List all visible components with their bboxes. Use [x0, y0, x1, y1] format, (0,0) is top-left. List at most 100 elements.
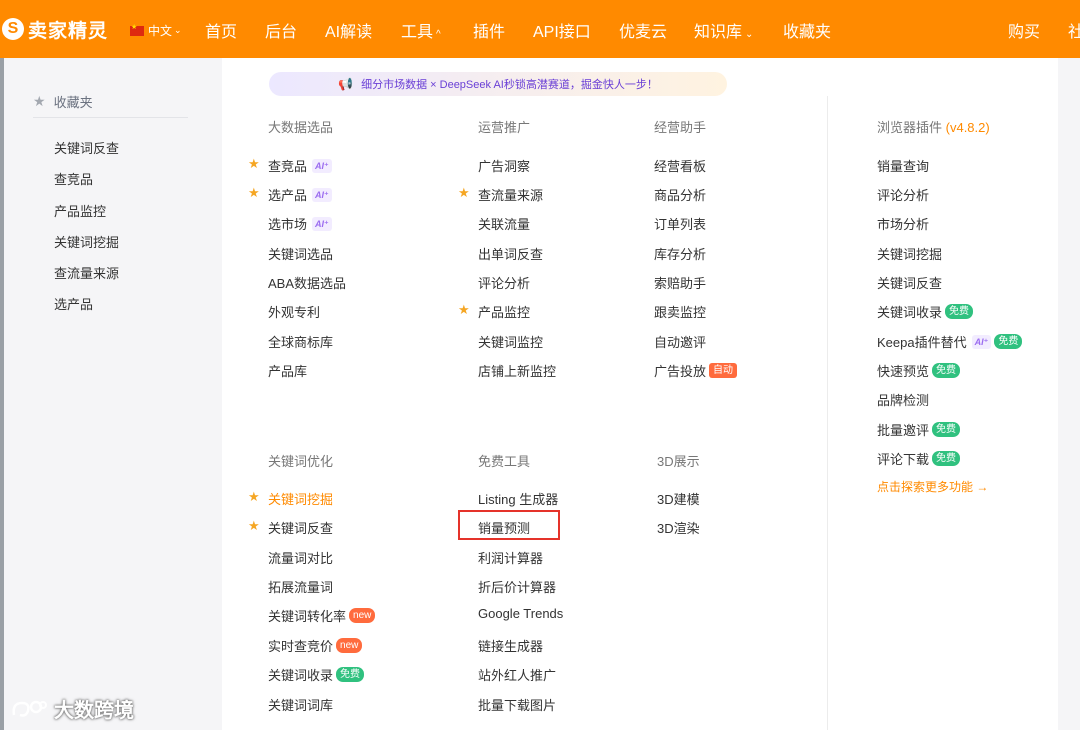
menu-item-traffic-compare[interactable]: 流量词对比: [268, 548, 333, 567]
menu-item-auto-review[interactable]: 自动邀评: [654, 332, 706, 351]
menu-item-ad-placement[interactable]: 广告投放 自动: [654, 361, 738, 380]
sidebar-item-product-monitor[interactable]: 产品监控: [54, 201, 106, 220]
sidebar-item-keyword-reverse[interactable]: 关键词反查: [54, 138, 119, 157]
menu-item-ad-insight[interactable]: 广告洞察: [478, 156, 530, 175]
favorite-star-icon[interactable]: ★: [248, 489, 260, 505]
plugin-item-sales-query[interactable]: 销量查询: [877, 156, 929, 175]
menu-item-listing-generator[interactable]: Listing 生成器: [478, 489, 558, 508]
menu-item-influencer[interactable]: 站外红人推广: [478, 665, 556, 684]
favorite-star-icon[interactable]: ★: [458, 185, 470, 201]
new-badge: new: [336, 638, 363, 653]
menu-item-product-library[interactable]: 产品库: [268, 361, 307, 380]
star-icon: ★: [33, 93, 46, 109]
nav-plugin[interactable]: 插件: [473, 18, 505, 42]
menu-item-discount-calculator[interactable]: 折后价计算器: [478, 577, 556, 596]
nav-knowledge[interactable]: 知识库 ⌄: [694, 18, 753, 42]
plugin-item-review-download[interactable]: 评论下载 免费: [877, 449, 961, 468]
nav-buy[interactable]: 购买: [1008, 18, 1040, 42]
china-flag-icon: [130, 23, 144, 36]
nav-tools[interactable]: 工具 ^: [401, 18, 441, 42]
plugin-item-brand-check[interactable]: 品牌检测: [877, 390, 929, 409]
section-title-plugin: 浏览器插件 (v4.8.2): [877, 120, 990, 135]
explore-more-link[interactable]: 点击探索更多功能 →: [877, 478, 988, 495]
sidebar-item-competitor[interactable]: 查竞品: [54, 169, 93, 188]
highlight-box: [458, 510, 560, 540]
language-selector[interactable]: 中文 ⌄: [130, 22, 182, 39]
favorite-star-icon[interactable]: ★: [248, 518, 260, 534]
menu-item-claims[interactable]: 索赔助手: [654, 273, 706, 292]
plugin-item-bulk-review[interactable]: 批量邀评 免费: [877, 420, 961, 439]
menu-item-design-patent[interactable]: 外观专利: [268, 302, 320, 321]
nav-api[interactable]: API接口: [533, 18, 591, 42]
sidebar-item-keyword-mining[interactable]: 关键词挖掘: [54, 232, 119, 251]
free-badge: 免费: [932, 451, 961, 466]
menu-item-trademark[interactable]: 全球商标库: [268, 332, 333, 351]
nav-community[interactable]: 社: [1068, 18, 1080, 42]
plugin-item-keyword-mining[interactable]: 关键词挖掘: [877, 244, 942, 263]
favorite-star-icon[interactable]: ★: [248, 156, 260, 172]
column-divider: [827, 96, 828, 730]
menu-item-keyword-indexing[interactable]: 关键词收录 免费: [268, 665, 365, 684]
scrollbar[interactable]: [0, 58, 4, 730]
menu-item-aba-product[interactable]: ABA数据选品: [268, 273, 346, 292]
plugin-item-keyword-reverse[interactable]: 关键词反查: [877, 273, 942, 292]
nav-ai-insight[interactable]: AI解读: [325, 18, 372, 42]
promo-banner[interactable]: 📢 细分市场数据 × DeepSeek AI秒锁高潜赛道，掘金快人一步！: [269, 72, 727, 96]
section-title-keyword: 关键词优化: [268, 454, 334, 469]
favorite-star-icon[interactable]: ★: [458, 302, 470, 318]
menu-item-market-select[interactable]: 选市场 AI⁺: [268, 214, 332, 233]
menu-item-inventory[interactable]: 库存分析: [654, 244, 706, 263]
menu-item-keyword-monitor[interactable]: 关键词监控: [478, 332, 543, 351]
section-title-3d: 3D展示: [657, 454, 700, 469]
section-title-operations: 运营推广: [478, 120, 531, 135]
menu-item-link-generator[interactable]: 链接生成器: [478, 636, 543, 655]
menu-item-profit-calculator[interactable]: 利润计算器: [478, 548, 543, 567]
menu-item-product-monitor[interactable]: 产品监控: [478, 302, 530, 321]
menu-item-3d-modeling[interactable]: 3D建模: [657, 489, 700, 508]
menu-item-hijack-monitor[interactable]: 跟卖监控: [654, 302, 706, 321]
nav-home[interactable]: 首页: [205, 18, 237, 42]
menu-item-live-bid[interactable]: 实时查竞价 new: [268, 636, 363, 655]
menu-item-bulk-image-download[interactable]: 批量下载图片: [478, 695, 556, 714]
menu-item-store-new-monitor[interactable]: 店铺上新监控: [478, 361, 556, 380]
menu-item-related-traffic[interactable]: 关联流量: [478, 214, 530, 233]
sidebar-item-product-select[interactable]: 选产品: [54, 294, 93, 313]
favorites-header: ★ 收藏夹: [33, 92, 93, 111]
nav-favorites[interactable]: 收藏夹: [783, 18, 831, 42]
nav-console[interactable]: 后台: [265, 18, 297, 42]
menu-item-3d-render[interactable]: 3D渲染: [657, 518, 700, 537]
menu-item-review-analysis[interactable]: 评论分析: [478, 273, 530, 292]
menu-item-product-analysis[interactable]: 商品分析: [654, 185, 706, 204]
ai-badge: AI⁺: [312, 216, 332, 231]
logo[interactable]: S 卖家精灵: [0, 14, 108, 44]
favorite-star-icon[interactable]: ★: [248, 185, 260, 201]
menu-item-keyword-library[interactable]: 关键词词库: [268, 695, 333, 714]
menu-item-expand-traffic[interactable]: 拓展流量词: [268, 577, 333, 596]
logo-text: 卖家精灵: [28, 20, 109, 42]
menu-item-keyword-conversion[interactable]: 关键词转化率 new: [268, 606, 376, 625]
nav-youmaiyun[interactable]: 优麦云: [619, 18, 667, 42]
plugin-item-market-analysis[interactable]: 市场分析: [877, 214, 929, 233]
sidebar-item-traffic-source[interactable]: 查流量来源: [54, 263, 119, 282]
menu-item-competitor[interactable]: 查竞品 AI⁺: [268, 156, 332, 175]
divider: [33, 117, 188, 118]
plugin-item-keyword-indexing[interactable]: 关键词收录 免费: [877, 302, 974, 321]
menu-item-keyword-product[interactable]: 关键词选品: [268, 244, 333, 263]
free-badge: 免费: [945, 304, 974, 319]
chevron-down-icon: ⌄: [174, 25, 182, 35]
menu-item-order-keyword[interactable]: 出单词反查: [478, 244, 543, 263]
menu-item-dashboard[interactable]: 经营看板: [654, 156, 706, 175]
plugin-item-quick-preview[interactable]: 快速预览 免费: [877, 361, 961, 380]
section-title-business: 经营助手: [654, 120, 707, 135]
menu-item-product-select[interactable]: 选产品 AI⁺: [268, 185, 332, 204]
menu-item-traffic-source[interactable]: 查流量来源: [478, 185, 543, 204]
megaphone-icon: 📢: [338, 77, 354, 91]
plugin-item-review-analysis[interactable]: 评论分析: [877, 185, 929, 204]
plugin-item-keepa-alt[interactable]: Keepa插件替代 AI⁺ 免费: [877, 332, 1023, 351]
menu-item-keyword-reverse[interactable]: 关键词反查: [268, 518, 333, 537]
plugin-version: (v4.8.2): [945, 120, 990, 135]
menu-item-order-list[interactable]: 订单列表: [654, 214, 706, 233]
menu-item-keyword-mining[interactable]: 关键词挖掘: [268, 489, 333, 508]
menu-item-google-trends[interactable]: Google Trends: [478, 606, 563, 621]
free-badge: 免费: [932, 363, 961, 378]
